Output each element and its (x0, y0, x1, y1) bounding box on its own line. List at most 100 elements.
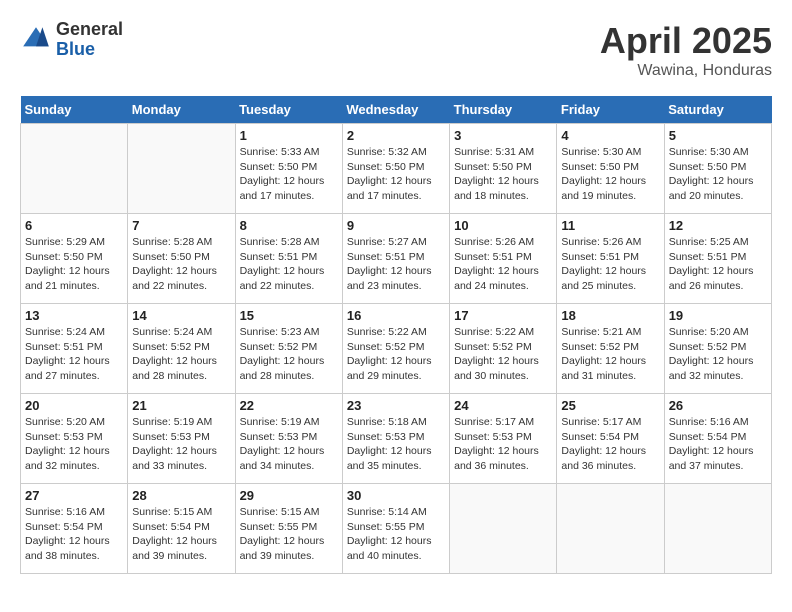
day-info: Sunrise: 5:20 AMSunset: 5:52 PMDaylight:… (669, 325, 767, 384)
calendar-cell: 12 Sunrise: 5:25 AMSunset: 5:51 PMDayligh… (664, 214, 771, 304)
logo: General Blue (20, 20, 123, 60)
calendar-cell: 28 Sunrise: 5:15 AMSunset: 5:54 PMDayligh… (128, 484, 235, 574)
day-info: Sunrise: 5:15 AMSunset: 5:54 PMDaylight:… (132, 505, 230, 564)
calendar-cell: 14Sunrise: 5:24 AMSunset: 5:52 PMDayligh… (128, 304, 235, 394)
title-area: April 2025 Wawina, Honduras (600, 20, 772, 80)
calendar-cell (450, 484, 557, 574)
day-number: 26 (669, 398, 767, 413)
day-info: Sunrise: 5:22 AMSunset: 5:52 PMDaylight:… (347, 325, 445, 384)
day-number: 4 (561, 128, 659, 143)
day-info: Sunrise: 5:18 AMSunset: 5:53 PMDaylight:… (347, 415, 445, 474)
day-number: 22 (240, 398, 338, 413)
calendar-cell: 24Sunrise: 5:17 AMSunset: 5:53 PMDayligh… (450, 394, 557, 484)
calendar-cell: 2 Sunrise: 5:32 AMSunset: 5:50 PMDaylight… (342, 124, 449, 214)
day-number: 10 (454, 218, 552, 233)
day-info: Sunrise: 5:28 AMSunset: 5:50 PMDaylight:… (132, 235, 230, 294)
header-friday: Friday (557, 96, 664, 124)
day-number: 1 (240, 128, 338, 143)
day-info: Sunrise: 5:23 AMSunset: 5:52 PMDaylight:… (240, 325, 338, 384)
calendar-cell: 21 Sunrise: 5:19 AMSunset: 5:53 PMDayligh… (128, 394, 235, 484)
calendar-cell: 8 Sunrise: 5:28 AMSunset: 5:51 PMDaylight… (235, 214, 342, 304)
day-number: 28 (132, 488, 230, 503)
day-number: 3 (454, 128, 552, 143)
day-number: 15 (240, 308, 338, 323)
day-info: Sunrise: 5:19 AMSunset: 5:53 PMDaylight:… (240, 415, 338, 474)
logo-icon (20, 24, 52, 56)
day-number: 9 (347, 218, 445, 233)
header-thursday: Thursday (450, 96, 557, 124)
calendar-cell: 22 Sunrise: 5:19 AMSunset: 5:53 PMDayligh… (235, 394, 342, 484)
day-number: 5 (669, 128, 767, 143)
day-info: Sunrise: 5:17 AMSunset: 5:53 PMDaylight:… (454, 415, 552, 474)
day-info: Sunrise: 5:21 AMSunset: 5:52 PMDaylight:… (561, 325, 659, 384)
calendar-cell: 25Sunrise: 5:17 AMSunset: 5:54 PMDayligh… (557, 394, 664, 484)
day-number: 8 (240, 218, 338, 233)
day-number: 29 (240, 488, 338, 503)
calendar-week-row: 6Sunrise: 5:29 AMSunset: 5:50 PMDaylight… (21, 214, 772, 304)
day-info: Sunrise: 5:24 AMSunset: 5:51 PMDaylight:… (25, 325, 123, 384)
header-monday: Monday (128, 96, 235, 124)
day-number: 21 (132, 398, 230, 413)
day-number: 18 (561, 308, 659, 323)
calendar-week-row: 27 Sunrise: 5:16 AMSunset: 5:54 PMDayligh… (21, 484, 772, 574)
day-info: Sunrise: 5:33 AMSunset: 5:50 PMDaylight:… (240, 145, 338, 204)
calendar-cell: 20 Sunrise: 5:20 AMSunset: 5:53 PMDayligh… (21, 394, 128, 484)
month-title: April 2025 (600, 20, 772, 62)
day-number: 20 (25, 398, 123, 413)
day-number: 23 (347, 398, 445, 413)
day-number: 12 (669, 218, 767, 233)
day-info: Sunrise: 5:14 AMSunset: 5:55 PMDaylight:… (347, 505, 445, 564)
day-number: 19 (669, 308, 767, 323)
calendar-cell: 23 Sunrise: 5:18 AMSunset: 5:53 PMDayligh… (342, 394, 449, 484)
day-info: Sunrise: 5:15 AMSunset: 5:55 PMDaylight:… (240, 505, 338, 564)
calendar-cell: 1 Sunrise: 5:33 AMSunset: 5:50 PMDaylight… (235, 124, 342, 214)
day-info: Sunrise: 5:16 AMSunset: 5:54 PMDaylight:… (669, 415, 767, 474)
day-info: Sunrise: 5:24 AMSunset: 5:52 PMDaylight:… (132, 325, 230, 384)
calendar-cell: 29 Sunrise: 5:15 AMSunset: 5:55 PMDayligh… (235, 484, 342, 574)
calendar-cell: 16 Sunrise: 5:22 AMSunset: 5:52 PMDayligh… (342, 304, 449, 394)
day-info: Sunrise: 5:20 AMSunset: 5:53 PMDaylight:… (25, 415, 123, 474)
calendar-cell: 3 Sunrise: 5:31 AMSunset: 5:50 PMDaylight… (450, 124, 557, 214)
day-info: Sunrise: 5:19 AMSunset: 5:53 PMDaylight:… (132, 415, 230, 474)
calendar-cell: 17 Sunrise: 5:22 AMSunset: 5:52 PMDayligh… (450, 304, 557, 394)
day-info: Sunrise: 5:32 AMSunset: 5:50 PMDaylight:… (347, 145, 445, 204)
calendar-cell: 18 Sunrise: 5:21 AMSunset: 5:52 PMDayligh… (557, 304, 664, 394)
day-info: Sunrise: 5:30 AMSunset: 5:50 PMDaylight:… (561, 145, 659, 204)
calendar-week-row: 20 Sunrise: 5:20 AMSunset: 5:53 PMDayligh… (21, 394, 772, 484)
day-info: Sunrise: 5:22 AMSunset: 5:52 PMDaylight:… (454, 325, 552, 384)
header-saturday: Saturday (664, 96, 771, 124)
location-title: Wawina, Honduras (600, 62, 772, 80)
calendar-week-row: 1 Sunrise: 5:33 AMSunset: 5:50 PMDaylight… (21, 124, 772, 214)
day-number: 16 (347, 308, 445, 323)
day-number: 25 (561, 398, 659, 413)
header-tuesday: Tuesday (235, 96, 342, 124)
calendar-cell (664, 484, 771, 574)
page-header: General Blue April 2025 Wawina, Honduras (20, 20, 772, 80)
calendar-table: SundayMondayTuesdayWednesdayThursdayFrid… (20, 96, 772, 574)
day-info: Sunrise: 5:16 AMSunset: 5:54 PMDaylight:… (25, 505, 123, 564)
calendar-cell: 4 Sunrise: 5:30 AMSunset: 5:50 PMDaylight… (557, 124, 664, 214)
day-info: Sunrise: 5:30 AMSunset: 5:50 PMDaylight:… (669, 145, 767, 204)
header-sunday: Sunday (21, 96, 128, 124)
calendar-cell: 7 Sunrise: 5:28 AMSunset: 5:50 PMDaylight… (128, 214, 235, 304)
day-info: Sunrise: 5:27 AMSunset: 5:51 PMDaylight:… (347, 235, 445, 294)
header-wednesday: Wednesday (342, 96, 449, 124)
day-info: Sunrise: 5:31 AMSunset: 5:50 PMDaylight:… (454, 145, 552, 204)
logo-blue: Blue (56, 40, 123, 60)
calendar-cell: 26 Sunrise: 5:16 AMSunset: 5:54 PMDayligh… (664, 394, 771, 484)
day-number: 2 (347, 128, 445, 143)
day-number: 7 (132, 218, 230, 233)
calendar-cell: 11Sunrise: 5:26 AMSunset: 5:51 PMDayligh… (557, 214, 664, 304)
day-info: Sunrise: 5:25 AMSunset: 5:51 PMDaylight:… (669, 235, 767, 294)
calendar-cell: 5 Sunrise: 5:30 AMSunset: 5:50 PMDaylight… (664, 124, 771, 214)
calendar-header-row: SundayMondayTuesdayWednesdayThursdayFrid… (21, 96, 772, 124)
day-info: Sunrise: 5:28 AMSunset: 5:51 PMDaylight:… (240, 235, 338, 294)
day-info: Sunrise: 5:26 AMSunset: 5:51 PMDaylight:… (454, 235, 552, 294)
calendar-cell: 6Sunrise: 5:29 AMSunset: 5:50 PMDaylight… (21, 214, 128, 304)
logo-general: General (56, 20, 123, 40)
calendar-cell: 9 Sunrise: 5:27 AMSunset: 5:51 PMDaylight… (342, 214, 449, 304)
day-number: 13 (25, 308, 123, 323)
day-number: 11 (561, 218, 659, 233)
day-number: 27 (25, 488, 123, 503)
day-number: 17 (454, 308, 552, 323)
